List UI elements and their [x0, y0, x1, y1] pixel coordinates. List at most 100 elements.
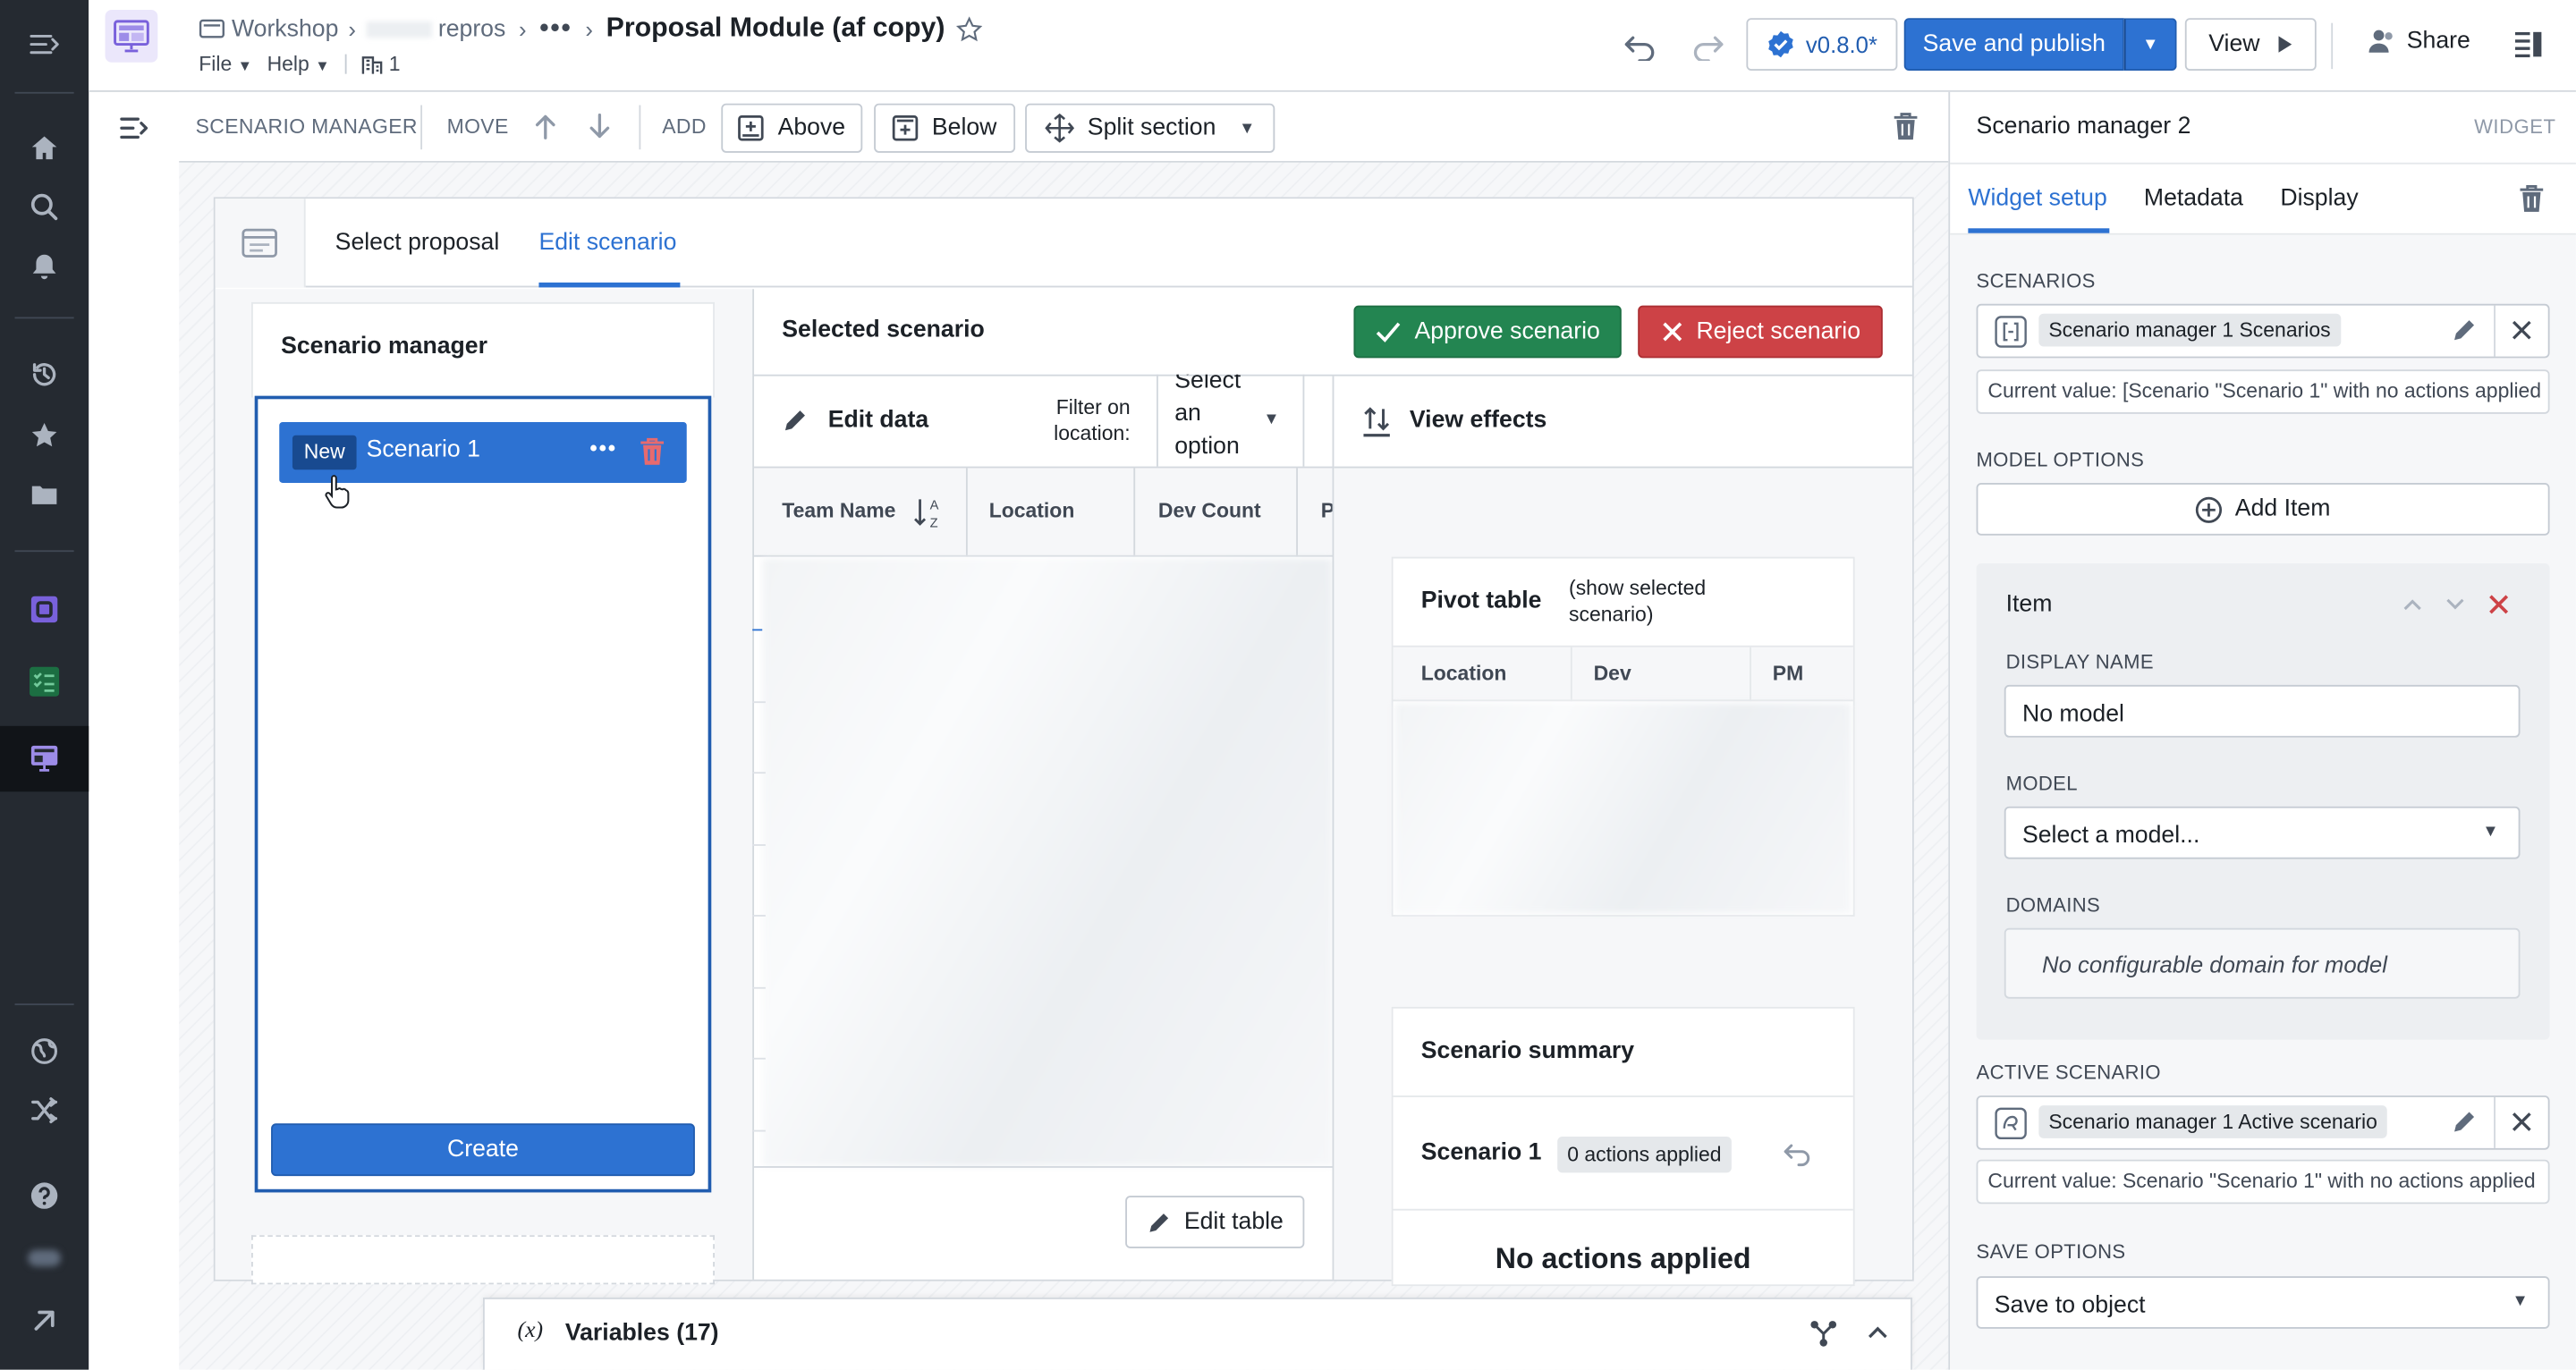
column-header-dev-count[interactable]: Dev Count	[1158, 499, 1261, 522]
create-scenario-button[interactable]: Create	[271, 1123, 695, 1177]
location-filter-select[interactable]: Select an option ▼	[1157, 374, 1305, 467]
column-divider	[1750, 647, 1751, 702]
scenario-delete-icon[interactable]	[634, 434, 670, 469]
publish-options-caret[interactable]: ▼	[2123, 18, 2177, 71]
caret-down-icon: ▼	[2142, 35, 2159, 54]
breadcrumb-separator: ›	[585, 15, 593, 42]
breadcrumb-workshop[interactable]: Workshop	[232, 15, 338, 41]
app-icon-quiver[interactable]	[25, 589, 64, 629]
clear-variable-icon[interactable]	[2510, 318, 2533, 342]
tab-widget-setup[interactable]: Widget setup	[1968, 186, 2106, 212]
tab-display[interactable]: Display	[2280, 186, 2358, 212]
divider	[1393, 1208, 1853, 1211]
add-item-button[interactable]: Add Item	[1976, 482, 2550, 536]
save-and-publish-button[interactable]: Save and publish	[1903, 18, 2124, 71]
save-options-value: Save to object	[1994, 1292, 2146, 1319]
file-menu[interactable]: File ▼	[199, 53, 252, 76]
favorite-star-icon[interactable]	[956, 15, 983, 41]
display-name-input[interactable]: No model	[2004, 684, 2521, 738]
shuffle-icon[interactable]	[25, 1091, 64, 1130]
split-section-button[interactable]: Split section ▼	[1025, 103, 1275, 153]
view-label: View	[2208, 30, 2260, 58]
scenario-item-name: Scenario 1	[366, 436, 480, 463]
tab-edit-scenario[interactable]: Edit scenario	[538, 230, 676, 256]
home-icon[interactable]	[25, 128, 64, 167]
outline-toggle-icon[interactable]	[115, 110, 155, 146]
no-actions-message: No actions applied	[1495, 1241, 1751, 1275]
app-icon-workshop[interactable]	[25, 738, 64, 777]
header-divider	[2331, 22, 2334, 70]
folder-icon[interactable]	[25, 475, 64, 514]
item-move-down-icon[interactable]	[2445, 595, 2466, 614]
more-icon[interactable]: •••	[539, 14, 572, 44]
add-circle-icon	[2196, 495, 2223, 522]
graph-icon[interactable]	[1809, 1319, 1838, 1349]
favorites-icon[interactable]	[25, 416, 64, 455]
approve-scenario-button[interactable]: Approve scenario	[1353, 305, 1622, 359]
add-below-button[interactable]: Below	[874, 103, 1016, 153]
delete-widget-icon[interactable]	[2513, 181, 2549, 216]
external-link-icon[interactable]	[25, 1301, 64, 1340]
revert-icon[interactable]	[1783, 1138, 1812, 1168]
notifications-icon[interactable]	[25, 247, 64, 286]
tab-list-icon[interactable]	[215, 199, 306, 288]
version-label: v0.8.0*	[1805, 30, 1877, 58]
scenario-more-icon[interactable]: •••	[589, 436, 617, 461]
toolbar-section-label: SCENARIO MANAGER	[195, 114, 418, 139]
clear-variable-icon[interactable]	[2510, 1111, 2533, 1134]
save-options-select[interactable]: Save to object ▼	[1976, 1276, 2550, 1329]
move-down-icon[interactable]	[581, 108, 617, 144]
split-section-label: Split section	[1087, 114, 1216, 141]
globe-icon[interactable]	[25, 1031, 64, 1070]
breadcrumb-repros[interactable]: repros	[438, 15, 506, 41]
breadcrumb: Workshop › repros › ••• › Proposal Modul…	[199, 13, 983, 45]
tab-metadata[interactable]: Metadata	[2144, 186, 2243, 212]
lower-widget-placeholder	[251, 1235, 715, 1285]
rail-divider	[14, 550, 74, 553]
pivot-column-location: Location	[1420, 662, 1507, 685]
svg-text:A: A	[930, 498, 939, 512]
menu-expand-icon[interactable]	[25, 25, 64, 64]
help-menu[interactable]: Help ▼	[267, 53, 330, 76]
history-icon[interactable]	[25, 355, 64, 394]
building-icon	[361, 55, 382, 73]
undo-icon[interactable]	[1616, 23, 1662, 69]
hand-cursor-icon	[325, 475, 350, 509]
move-up-icon[interactable]	[528, 108, 564, 144]
help-icon[interactable]	[25, 1176, 64, 1215]
edit-variable-icon[interactable]	[2451, 317, 2477, 342]
redo-icon[interactable]	[1685, 23, 1731, 69]
reject-scenario-button[interactable]: Reject scenario	[1638, 305, 1883, 359]
add-above-button[interactable]: Above	[721, 103, 863, 153]
share-button[interactable]: Share	[2368, 28, 2470, 55]
view-button[interactable]: View	[2184, 18, 2317, 71]
search-icon[interactable]	[25, 187, 64, 226]
panel-toggle-icon[interactable]	[2510, 26, 2546, 62]
scenarios-section-label: SCENARIOS	[1976, 269, 2096, 292]
active-scenario-current-text: Current value: Scenario "Scenario 1" wit…	[1987, 1169, 2536, 1193]
workshop-crumb-icon	[199, 18, 225, 38]
user-avatar[interactable]	[25, 1239, 64, 1278]
item-move-up-icon[interactable]	[2402, 595, 2423, 614]
active-scenario-variable-tag: Scenario manager 1 Active scenario	[2038, 1105, 2387, 1138]
pivot-column-pm: PM	[1772, 662, 1804, 685]
caret-down-icon: ▼	[1239, 119, 1256, 138]
filter-label: Filter on location:	[1054, 395, 1131, 445]
chevron-up-icon[interactable]	[1866, 1323, 1889, 1342]
item-remove-icon[interactable]	[2487, 593, 2511, 616]
app-icon-checklist[interactable]	[25, 662, 64, 701]
model-select[interactable]: Select a model... ▼	[2004, 806, 2521, 859]
edit-variable-icon[interactable]	[2451, 1109, 2477, 1135]
tab-select-proposal[interactable]: Select proposal	[335, 230, 500, 256]
scenario-summary-title: Scenario summary	[1420, 1037, 1635, 1065]
delete-section-icon[interactable]	[1887, 108, 1923, 144]
collaborators[interactable]: 1	[361, 53, 400, 75]
column-header-team-name[interactable]: Team Name	[782, 499, 895, 522]
edit-table-button[interactable]: Edit table	[1125, 1196, 1305, 1248]
version-button[interactable]: v0.8.0*	[1746, 18, 1898, 71]
svg-text:Z: Z	[930, 517, 938, 531]
sort-az-icon[interactable]: AZ	[913, 495, 946, 530]
column-header-location[interactable]: Location	[989, 499, 1075, 522]
pivot-table-title: Pivot table	[1420, 588, 1542, 614]
panel-kind: WIDGET	[2474, 114, 2556, 139]
